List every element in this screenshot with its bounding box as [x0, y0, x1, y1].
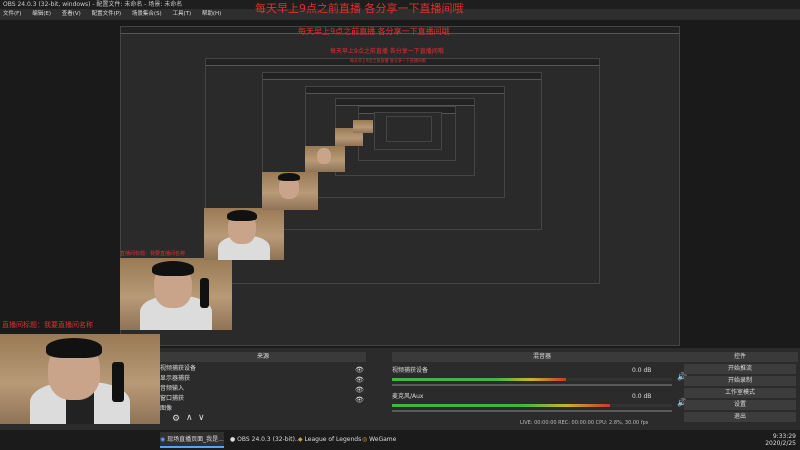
- taskbar-item-lol[interactable]: ◆ League of Legends: [298, 432, 361, 448]
- menu-help[interactable]: 帮助(H): [202, 11, 221, 17]
- menu-edit[interactable]: 编辑(E): [32, 11, 51, 17]
- nested-obs-window-8: [386, 116, 432, 142]
- webcam-feed: [0, 334, 160, 424]
- webcam-feed-copy-1: [120, 258, 232, 330]
- taskbar-item-wegame[interactable]: ◎ WeGame: [362, 432, 422, 448]
- mixer-track-db: 0.0 dB: [632, 367, 652, 374]
- overlay-caption: 直播间标题：我要直播间名称: [2, 321, 93, 329]
- sources-panel-header: 来源: [160, 352, 366, 362]
- menu-file[interactable]: 文件(F): [3, 11, 21, 17]
- mixer-volume-slider[interactable]: [392, 410, 672, 412]
- mixer-volume-meter: [392, 378, 672, 381]
- source-item[interactable]: 图像: [160, 404, 172, 413]
- taskbar-item-label: WeGame: [369, 436, 397, 443]
- wegame-icon: ◎: [362, 436, 368, 443]
- banner-text-copy-3: 每天早上9点之前直播 各分享一下直播间哦: [350, 58, 426, 63]
- webcam-feed-copy-3: [262, 172, 318, 210]
- banner-text-copy-2: 每天早上9点之前直播 各分享一下直播间哦: [330, 48, 444, 55]
- mixer-volume-slider[interactable]: [392, 384, 672, 386]
- menu-scene-collection[interactable]: 场景集合(S): [132, 11, 162, 17]
- settings-button[interactable]: 设置: [684, 400, 796, 410]
- overlay-caption-copy: 直播间标题：我要直播间名称: [120, 251, 186, 257]
- mixer-track-name: 麦克风/Aux: [392, 393, 424, 400]
- taskbar-item-label: 现场直播页面_我是...: [167, 436, 224, 443]
- gear-icon[interactable]: ⚙: [172, 414, 180, 424]
- preview-canvas[interactable]: 每天早上9点之前直播 各分享一下直播间哦 每天早上9点之前直播 各分享一下直播间…: [0, 2, 800, 424]
- window-title: OBS 24.0.3 (32-bit, windows) - 配置文件: 未命名…: [3, 1, 183, 8]
- browser-icon: ◉: [160, 436, 166, 443]
- chevron-up-icon[interactable]: ∧: [186, 413, 193, 423]
- taskbar-item-obs[interactable]: ● OBS 24.0.3 (32-bit)...: [230, 432, 301, 448]
- clock-time: 9:33:29: [772, 433, 796, 440]
- menu-view[interactable]: 查看(V): [62, 11, 81, 17]
- clock-date: 2020/2/25: [765, 440, 796, 447]
- taskbar-item-label: OBS 24.0.3 (32-bit)...: [237, 436, 301, 443]
- start-streaming-button[interactable]: 开始推流: [684, 364, 796, 374]
- webcam-feed-copy-2: [204, 208, 284, 260]
- taskbar-item-label: League of Legends: [304, 436, 362, 443]
- mixer-panel-header: 混音器: [392, 352, 692, 362]
- webcam-feed-copy-4: [305, 146, 345, 172]
- chevron-down-icon[interactable]: ∨: [198, 413, 205, 423]
- controls-panel-header: 控件: [682, 352, 798, 362]
- eye-icon[interactable]: 👁: [355, 386, 364, 394]
- obs-icon: ●: [230, 436, 236, 443]
- system-tray-clock[interactable]: 9:33:29 2020/2/25: [765, 433, 796, 447]
- source-item[interactable]: 窗口捕获: [160, 394, 184, 403]
- exit-button[interactable]: 退出: [684, 412, 796, 422]
- league-icon: ◆: [298, 436, 303, 443]
- menu-profile[interactable]: 配置文件(P): [92, 11, 122, 17]
- status-bar: LIVE: 00:00:00 REC: 00:00:00 CPU: 2.8%, …: [520, 420, 649, 426]
- taskbar: ◉ 现场直播页面_我是... ● OBS 24.0.3 (32-bit)... …: [0, 430, 800, 450]
- eye-icon[interactable]: 👁: [355, 376, 364, 384]
- banner-text-copy-1: 每天早上9点之前直播 各分享一下直播间哦: [298, 27, 450, 36]
- mixer-track-db: 0.0 dB: [632, 393, 652, 400]
- source-item[interactable]: 视频捕获设备: [160, 364, 196, 373]
- mixer-volume-meter: [392, 404, 672, 407]
- webcam-feed-copy-6: [353, 120, 373, 133]
- start-recording-button[interactable]: 开始录制: [684, 376, 796, 386]
- source-item[interactable]: 音频输入: [160, 384, 184, 393]
- eye-icon[interactable]: 👁: [355, 366, 364, 374]
- mixer-track-name: 视频捕获设备: [392, 367, 429, 374]
- menu-tools[interactable]: 工具(T): [172, 11, 191, 17]
- studio-mode-button[interactable]: 工作室模式: [684, 388, 796, 398]
- source-item[interactable]: 显示器捕获: [160, 374, 190, 383]
- taskbar-item-browser[interactable]: ◉ 现场直播页面_我是...: [160, 432, 224, 448]
- dock-panels: 来源 视频捕获设备 显示器捕获 音频输入 窗口捕获 图像 👁 👁 👁 👁 ⚙ ∧…: [160, 348, 800, 426]
- eye-icon[interactable]: 👁: [355, 396, 364, 404]
- banner-text: 每天早上9点之前直播 各分享一下直播间哦: [255, 2, 464, 15]
